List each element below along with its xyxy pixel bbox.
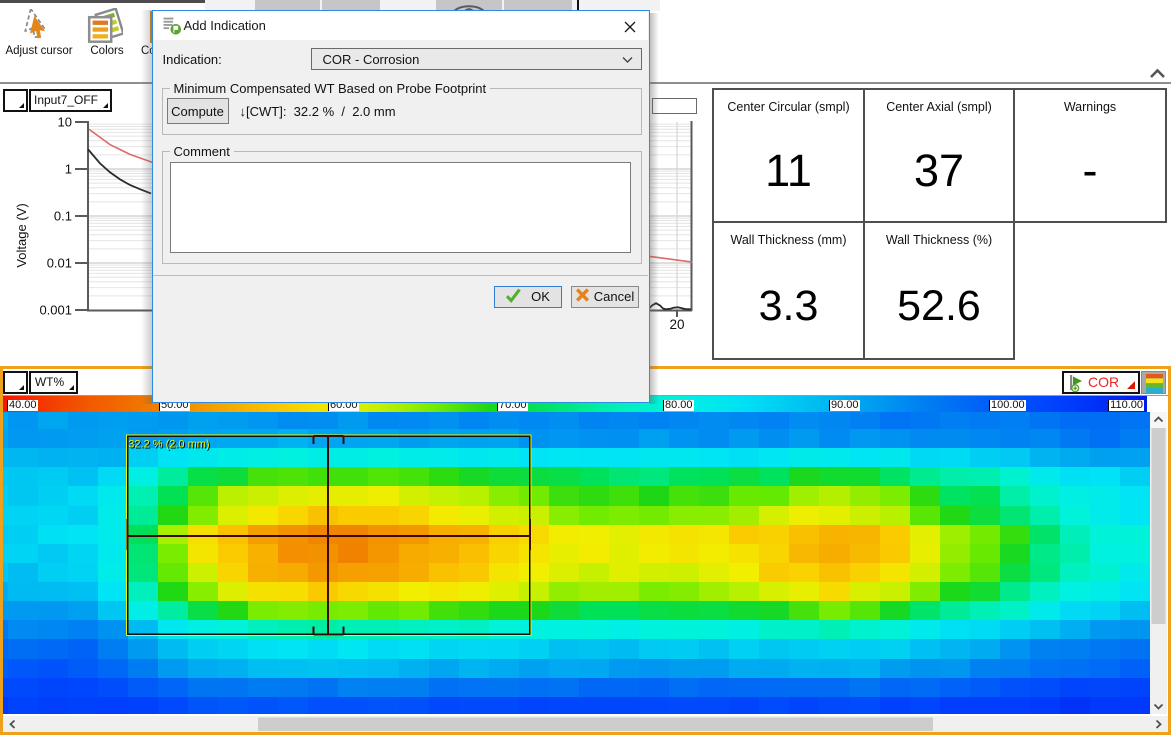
svg-text:0.01: 0.01 xyxy=(47,256,72,271)
svg-text:10: 10 xyxy=(58,115,72,130)
svg-text:32.2 % (2.0 mm): 32.2 % (2.0 mm) xyxy=(128,438,209,450)
svg-text:0.1: 0.1 xyxy=(54,209,72,224)
svg-text:Voltage (V): Voltage (V) xyxy=(14,203,29,267)
svg-text:0.001: 0.001 xyxy=(39,303,72,318)
svg-text:1: 1 xyxy=(65,162,72,177)
svg-text:20: 20 xyxy=(669,317,684,332)
